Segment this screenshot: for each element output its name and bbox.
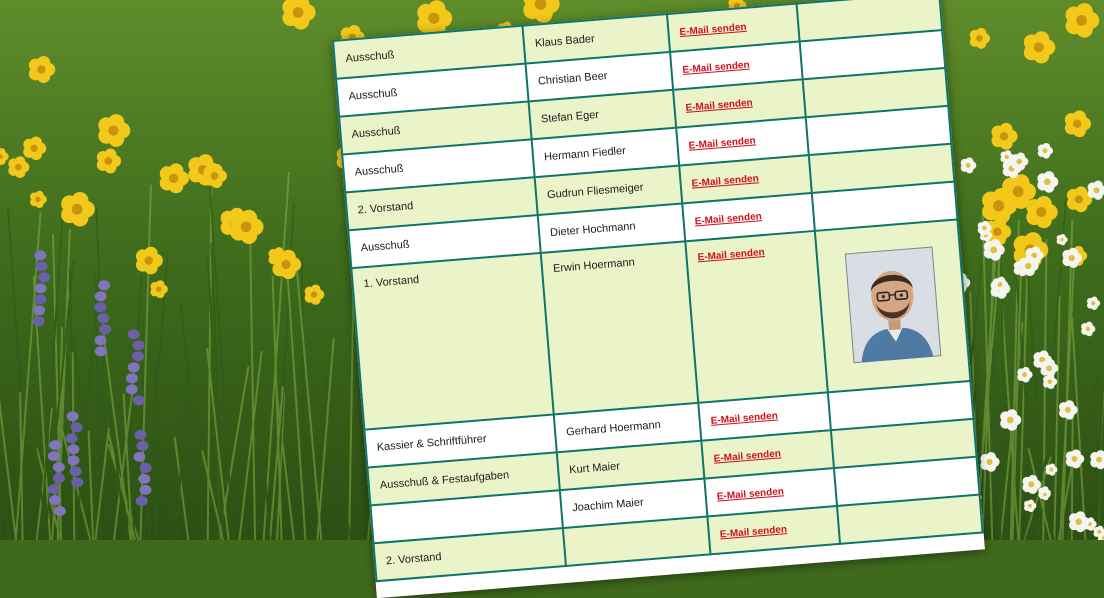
- bugle-flower: [53, 462, 65, 472]
- daisy-flower: [1088, 181, 1104, 200]
- bugle-flower: [49, 440, 61, 450]
- bugle-flower: [137, 441, 149, 451]
- bugle-flower: [33, 305, 45, 315]
- bugle-flower: [67, 444, 79, 454]
- photo-cell: [815, 219, 971, 392]
- board-members-table: Ausschuß Klaus Bader E-Mail senden Aussc…: [332, 0, 984, 582]
- bugle-flower: [140, 463, 152, 473]
- bugle-flower: [48, 451, 60, 461]
- bugle-flower: [38, 272, 50, 282]
- daisy-flower: [1093, 526, 1104, 538]
- grass-blade: [155, 363, 156, 540]
- bugle-flower: [133, 395, 145, 405]
- bugle-flower: [94, 302, 106, 312]
- send-email-link[interactable]: E-Mail senden: [685, 97, 753, 113]
- bugle-flower: [35, 283, 47, 293]
- bugle-flower: [98, 280, 110, 290]
- bugle-flower: [71, 477, 83, 487]
- bugle-flower: [66, 433, 78, 443]
- send-email-link[interactable]: E-Mail senden: [679, 22, 747, 38]
- bugle-flower: [36, 261, 48, 271]
- bugle-flower: [126, 384, 138, 394]
- daisy-flower: [1090, 450, 1104, 469]
- bugle-flower: [67, 411, 79, 421]
- send-email-link[interactable]: E-Mail senden: [688, 135, 756, 151]
- bugle-flower: [136, 496, 148, 506]
- bugle-flower: [68, 455, 80, 465]
- bugle-flower: [133, 340, 145, 350]
- bugle-flower: [71, 422, 83, 432]
- board-members-sheet: Ausschuß Klaus Bader E-Mail senden Aussc…: [332, 0, 985, 598]
- bugle-flower: [99, 324, 111, 334]
- send-email-link[interactable]: E-Mail senden: [710, 410, 778, 426]
- member-role: 1. Vorstand: [351, 253, 553, 430]
- send-email-link[interactable]: E-Mail senden: [694, 211, 762, 227]
- bugle-flower: [53, 473, 65, 483]
- bugle-flower: [34, 294, 46, 304]
- bugle-flower: [132, 351, 144, 361]
- portrait-photo: [844, 246, 941, 363]
- bugle-flower: [133, 452, 145, 462]
- bugle-flower: [70, 466, 82, 476]
- send-email-link[interactable]: E-Mail senden: [691, 173, 759, 189]
- bugle-flower: [54, 506, 66, 516]
- mail-cell: E-Mail senden: [685, 231, 828, 403]
- bugle-flower: [128, 362, 140, 372]
- send-email-link[interactable]: E-Mail senden: [716, 486, 784, 502]
- bugle-flower: [138, 474, 150, 484]
- send-email-link[interactable]: E-Mail senden: [682, 60, 750, 76]
- bugle-flower: [140, 485, 152, 495]
- send-email-link[interactable]: E-Mail senden: [713, 448, 781, 464]
- bugle-flower: [126, 373, 138, 383]
- bugle-flower: [134, 430, 146, 440]
- bugle-flower: [95, 291, 107, 301]
- bugle-flower: [94, 335, 106, 345]
- bugle-flower: [48, 484, 60, 494]
- bugle-flower: [97, 313, 109, 323]
- member-name: Erwin Hoermann: [541, 241, 699, 414]
- send-email-link[interactable]: E-Mail senden: [697, 247, 765, 263]
- bugle-flower: [128, 329, 140, 339]
- bugle-flower: [95, 346, 107, 356]
- bugle-flower: [34, 250, 46, 260]
- send-email-link[interactable]: E-Mail senden: [720, 524, 788, 540]
- bugle-flower: [49, 495, 61, 505]
- bugle-flower: [33, 316, 45, 326]
